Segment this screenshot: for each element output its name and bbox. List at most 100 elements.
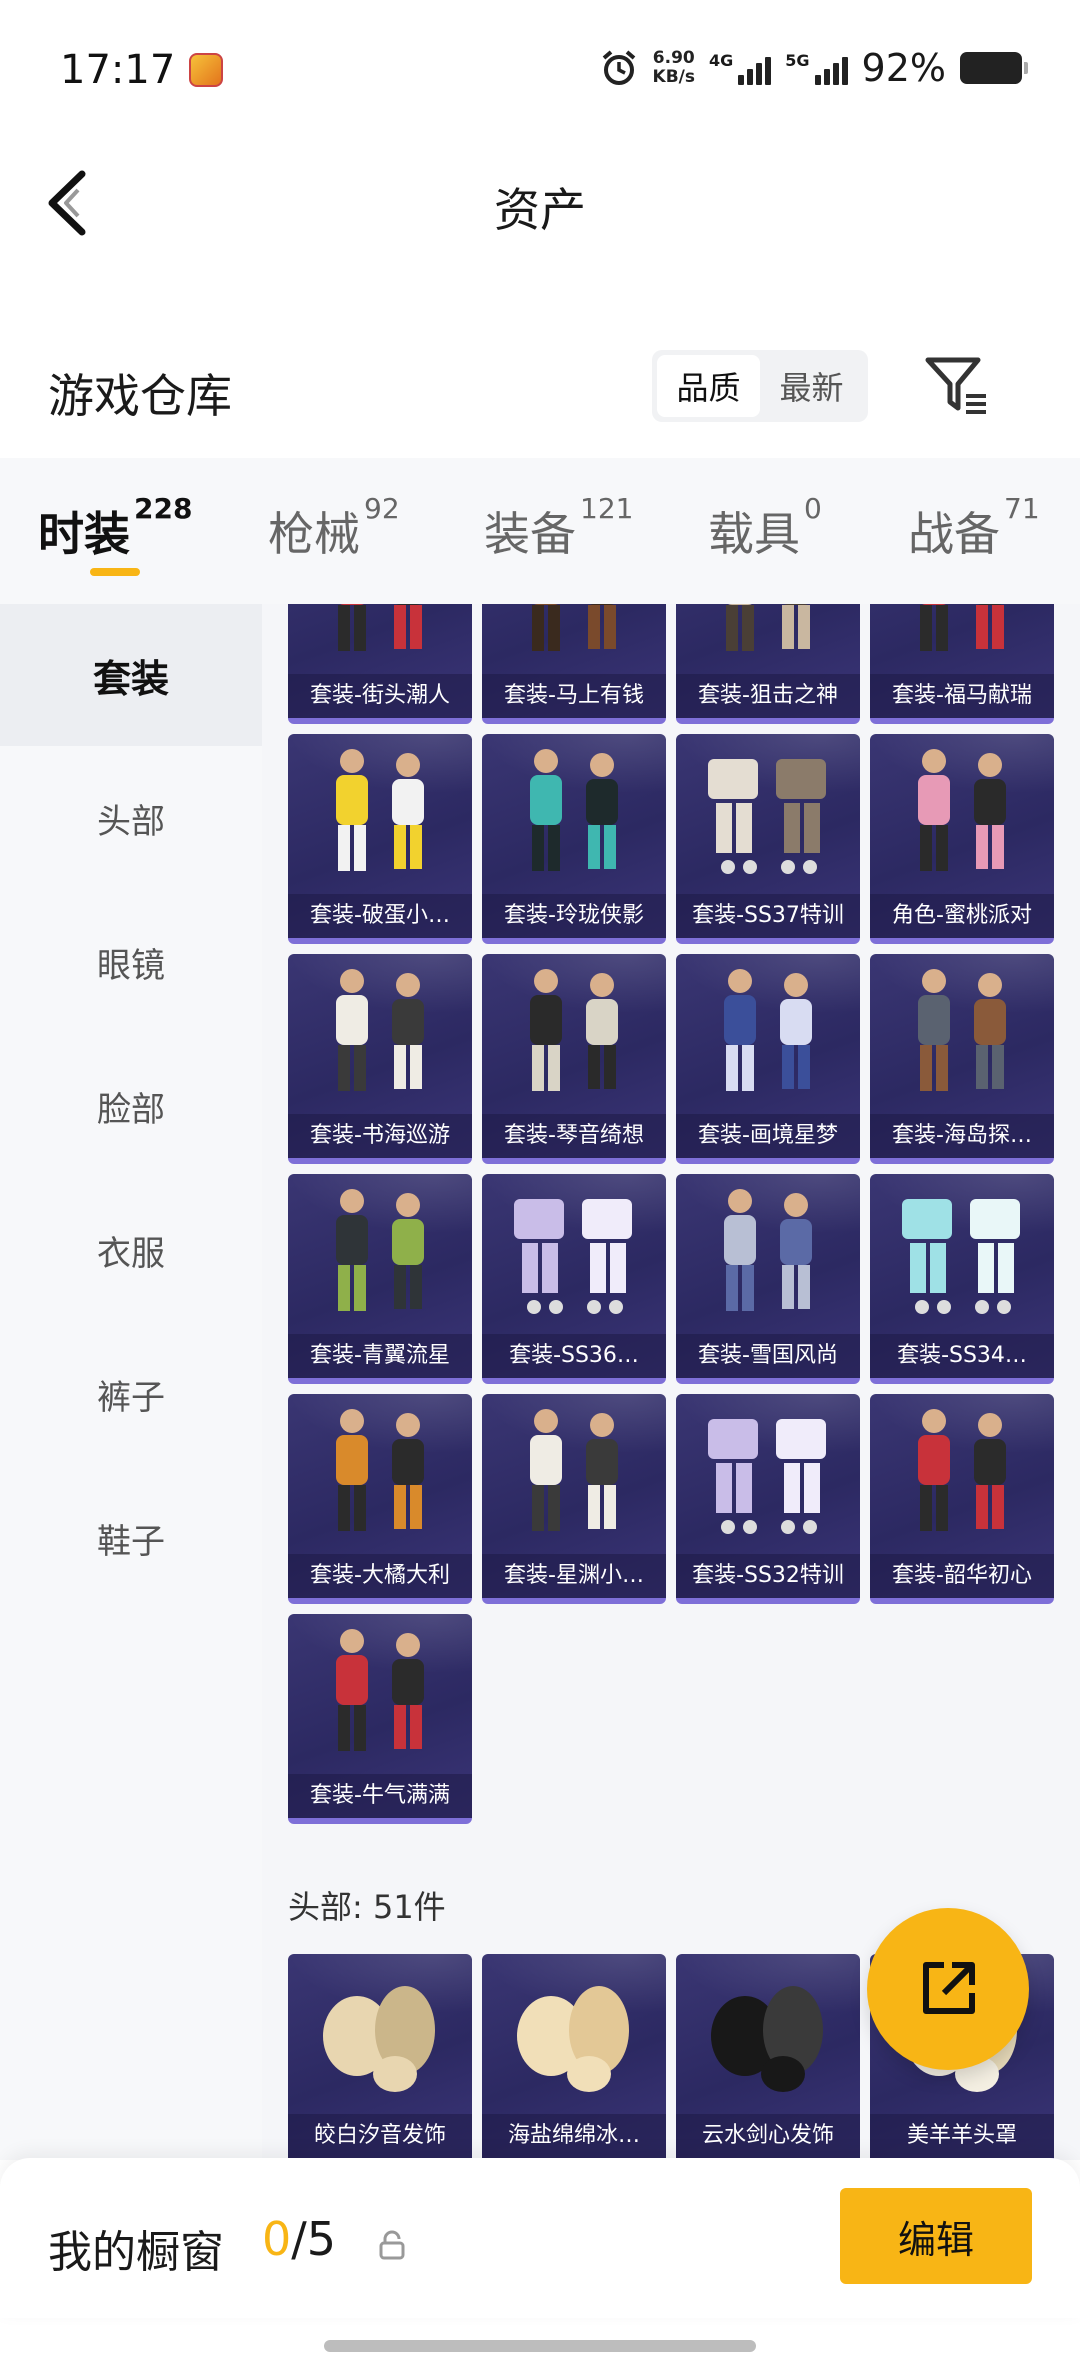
outfit-pair-white-icon <box>288 954 472 1114</box>
suit-card[interactable]: 套装-SS32特训 <box>676 1394 860 1604</box>
suit-card[interactable]: 套装-雪国风尚 <box>676 1174 860 1384</box>
head-item-card-label: 皎白汐音发饰 <box>288 2114 472 2158</box>
suit-card-label: 套装-画境星梦 <box>676 1114 860 1158</box>
suit-card[interactable]: 套装-福马献瑞 <box>870 604 1054 724</box>
suit-card[interactable]: 套装-海岛探… <box>870 954 1054 1164</box>
suit-card-label: 套装-韶华初心 <box>870 1554 1054 1598</box>
outfit-pieces-beige-icon <box>676 734 860 894</box>
tab-vehicles-label: 载具 <box>708 507 800 561</box>
suit-card[interactable]: 套装-画境星梦 <box>676 954 860 1164</box>
suit-card-label: 套装-福马献瑞 <box>870 674 1054 718</box>
warehouse-title: 游戏仓库 <box>48 369 232 423</box>
suit-card[interactable]: 套装-玲珑侠影 <box>482 734 666 944</box>
head-item-card-label: 美羊羊头罩 <box>870 2114 1054 2158</box>
signal-4g-label: 4G <box>709 51 734 70</box>
suit-card-label: 套装-狙击之神 <box>676 674 860 718</box>
head-item-card[interactable]: 云水剑心发饰 <box>676 1954 860 2160</box>
sidebar-item-glasses[interactable]: 眼镜 <box>0 890 262 1034</box>
tab-guns[interactable]: 枪械 92 <box>268 492 400 564</box>
showcase-title: 我的橱窗 <box>48 2227 224 2278</box>
sidebar-item-pants[interactable]: 裤子 <box>0 1322 262 1466</box>
outfit-pieces-lilac-icon <box>676 1394 860 1554</box>
suit-card-label: 套装-青翼流星 <box>288 1334 472 1378</box>
suit-card-label: 套装-SS34… <box>870 1334 1054 1378</box>
suit-card[interactable]: 套装-韶华初心 <box>870 1394 1054 1604</box>
tab-fashion-label: 时装 <box>38 507 130 561</box>
tab-gear[interactable]: 战备 71 <box>908 492 1040 564</box>
status-time: 17:17 <box>60 47 176 93</box>
outfit-pieces-cyan-icon <box>870 1174 1054 1334</box>
sidebar-item-suit[interactable]: 套装 <box>0 604 262 746</box>
status-bar: 17:17 6.90 KB/s 4G 5G 92% <box>0 0 1080 140</box>
suit-card-label: 套装-雪国风尚 <box>676 1334 860 1378</box>
suit-card-label: 套装-马上有钱 <box>482 674 666 718</box>
suit-card[interactable]: 套装-SS34… <box>870 1174 1054 1384</box>
suit-card[interactable]: 套装-大橘大利 <box>288 1394 472 1604</box>
net-speed: 6.90 KB/s <box>653 49 695 87</box>
suit-card[interactable]: 套装-星渊小… <box>482 1394 666 1604</box>
outfit-pieces-lilac-icon <box>482 1174 666 1334</box>
outfit-pair-black-icon <box>482 954 666 1114</box>
sidebar-item-shoes[interactable]: 鞋子 <box>0 1466 262 1610</box>
net-speed-value: 6.90 <box>652 48 695 68</box>
outfit-jacket-grey-icon <box>870 954 1054 1114</box>
showcase-bar: 我的橱窗 0/5 编辑 <box>0 2158 1080 2318</box>
suit-card-label: 套装-SS36… <box>482 1334 666 1378</box>
suit-card-label: 套装-SS37特训 <box>676 894 860 938</box>
tab-fashion[interactable]: 时装 228 <box>38 492 192 564</box>
outfit-pair-blue-icon <box>676 954 860 1114</box>
suit-card[interactable]: 套装-琴音绮想 <box>482 954 666 1164</box>
sidebar-item-head[interactable]: 头部 <box>0 746 262 890</box>
sort-toggle: 品质 最新 <box>652 350 868 422</box>
tab-equipment[interactable]: 装备 121 <box>484 492 633 564</box>
sort-quality-button[interactable]: 品质 <box>657 355 760 417</box>
sidebar-item-clothes[interactable]: 衣服 <box>0 1178 262 1322</box>
suit-card[interactable]: 套装-SS37特训 <box>676 734 860 944</box>
filter-button[interactable] <box>920 350 992 422</box>
share-button[interactable] <box>867 1908 1029 2070</box>
suit-card[interactable]: 角色-蜜桃派对 <box>870 734 1054 944</box>
head-item-card[interactable]: 海盐绵绵冰… <box>482 1954 666 2160</box>
suit-card-label: 角色-蜜桃派对 <box>870 894 1054 938</box>
status-indicators: 6.90 KB/s 4G 5G 92% <box>599 46 1028 90</box>
hair-blonde-icon <box>288 1954 472 2114</box>
outfit-pair-red-icon <box>288 604 472 674</box>
outfit-brown-icon <box>482 604 666 674</box>
suit-card[interactable]: 套装-书海巡游 <box>288 954 472 1164</box>
outfit-pair-teal-icon <box>482 734 666 894</box>
signal-4g-icon: 4G <box>709 51 772 85</box>
suit-card[interactable]: 套装-马上有钱 <box>482 604 666 724</box>
sort-newest-button[interactable]: 最新 <box>760 355 863 417</box>
head-section-title: 头部: 51件 <box>288 1888 446 1926</box>
signal-5g-icon: 5G <box>785 51 848 85</box>
character-pink-icon <box>870 734 1054 894</box>
sidebar: 套装 头部 眼镜 脸部 衣服 裤子 鞋子 <box>0 604 262 2160</box>
sidebar-item-face[interactable]: 脸部 <box>0 1034 262 1178</box>
app-notification-icon <box>189 53 224 87</box>
suit-card[interactable]: 套装-青翼流星 <box>288 1174 472 1384</box>
tab-gear-count: 71 <box>1004 492 1040 525</box>
suit-card[interactable]: 套装-破蛋小… <box>288 734 472 944</box>
suit-card[interactable]: 套装-街头潮人 <box>288 604 472 724</box>
battery-percent: 92% <box>861 46 946 90</box>
tab-vehicles[interactable]: 载具 0 <box>708 492 822 564</box>
suit-card[interactable]: 套装-狙击之神 <box>676 604 860 724</box>
suit-card-label: 套装-SS32特训 <box>676 1554 860 1598</box>
showcase-count-total: /5 <box>291 2212 337 2266</box>
page-title: 资产 <box>494 183 586 237</box>
tab-equipment-count: 121 <box>580 492 634 525</box>
filter-icon <box>925 357 986 414</box>
suit-card-label: 套装-书海巡游 <box>288 1114 472 1158</box>
category-tabs: 时装 228 枪械 92 装备 121 载具 0 战备 71 <box>0 458 1080 604</box>
tab-fashion-count: 228 <box>134 492 193 525</box>
active-tab-indicator <box>90 568 140 576</box>
edit-button[interactable]: 编辑 <box>840 2188 1032 2284</box>
suit-card-label: 套装-海岛探… <box>870 1114 1054 1158</box>
suit-card[interactable]: 套装-牛气满满 <box>288 1614 472 1824</box>
suit-card[interactable]: 套装-SS36… <box>482 1174 666 1384</box>
suit-card-label: 套装-破蛋小… <box>288 894 472 938</box>
share-external-icon <box>923 1962 975 2014</box>
suit-card-label: 套装-琴音绮想 <box>482 1114 666 1158</box>
head-item-card[interactable]: 皎白汐音发饰 <box>288 1954 472 2160</box>
tab-gear-label: 战备 <box>908 507 1000 561</box>
